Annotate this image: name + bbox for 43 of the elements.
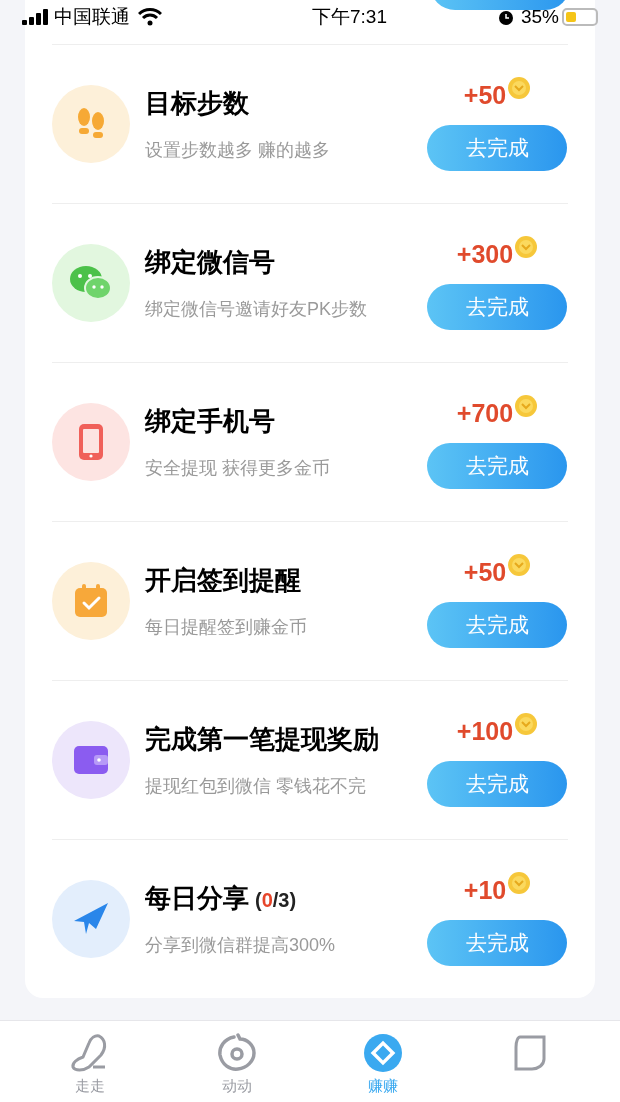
tab-item[interactable]: 动动 [163,1021,310,1102]
reward-amount: +300 [456,239,514,271]
complete-button[interactable]: 去完成 [427,442,567,489]
calendar-icon [72,582,110,620]
tab-item[interactable]: 赚赚 [310,1021,457,1102]
reward-amount: +10 [463,875,507,907]
battery-percent: 35% [520,4,559,29]
task-title: 开启签到提醒 [145,564,301,597]
signal-icon [22,9,50,25]
coin-icon [515,395,538,418]
task-title: 每日分享 [145,882,249,915]
complete-button[interactable]: 去完成 [427,601,567,648]
reward-amount: +100 [456,716,514,748]
alarm-icon [496,8,515,26]
task-description: 提现红包到微信 零钱花不完 [145,775,367,798]
tab-item[interactable]: 走走 [17,1021,164,1102]
task-title: 绑定手机号 [145,405,275,438]
reward-amount: +700 [456,398,514,430]
task-description: 绑定微信号邀请好友PK步数 [145,298,368,321]
coin-icon [508,872,531,895]
task-title: 目标步数 [145,87,249,120]
complete-button[interactable]: 去完成 [427,760,567,807]
task-description: 设置步数越多 赚的越多 [145,139,331,162]
reward-amount: +50 [463,557,507,589]
task-title: 绑定微信号 [145,246,275,279]
complete-button[interactable]: 去完成 [427,124,567,171]
carrier-name: 中国联通 [54,4,130,29]
coin-icon [508,554,531,577]
wifi-icon [138,8,162,26]
complete-button[interactable]: 去完成 [427,283,567,330]
phone-icon [77,422,105,462]
reward-amount: +50 [463,80,507,112]
ring-icon [215,1033,258,1073]
coin-icon [515,236,538,259]
status-time: 下午7:31 [312,4,387,29]
task-description: 安全提现 获得更多金币 [145,457,331,480]
coin-icon [508,77,531,100]
task-title: 完成第一笔提现奖励 [145,723,379,756]
coin-icon [515,713,538,736]
task-description: 分享到微信群提高300% [145,934,337,957]
wallet-icon [72,743,110,777]
complete-button[interactable]: 去完成 [427,919,567,966]
task-description: 每日提醒签到赚金币 [145,616,308,639]
